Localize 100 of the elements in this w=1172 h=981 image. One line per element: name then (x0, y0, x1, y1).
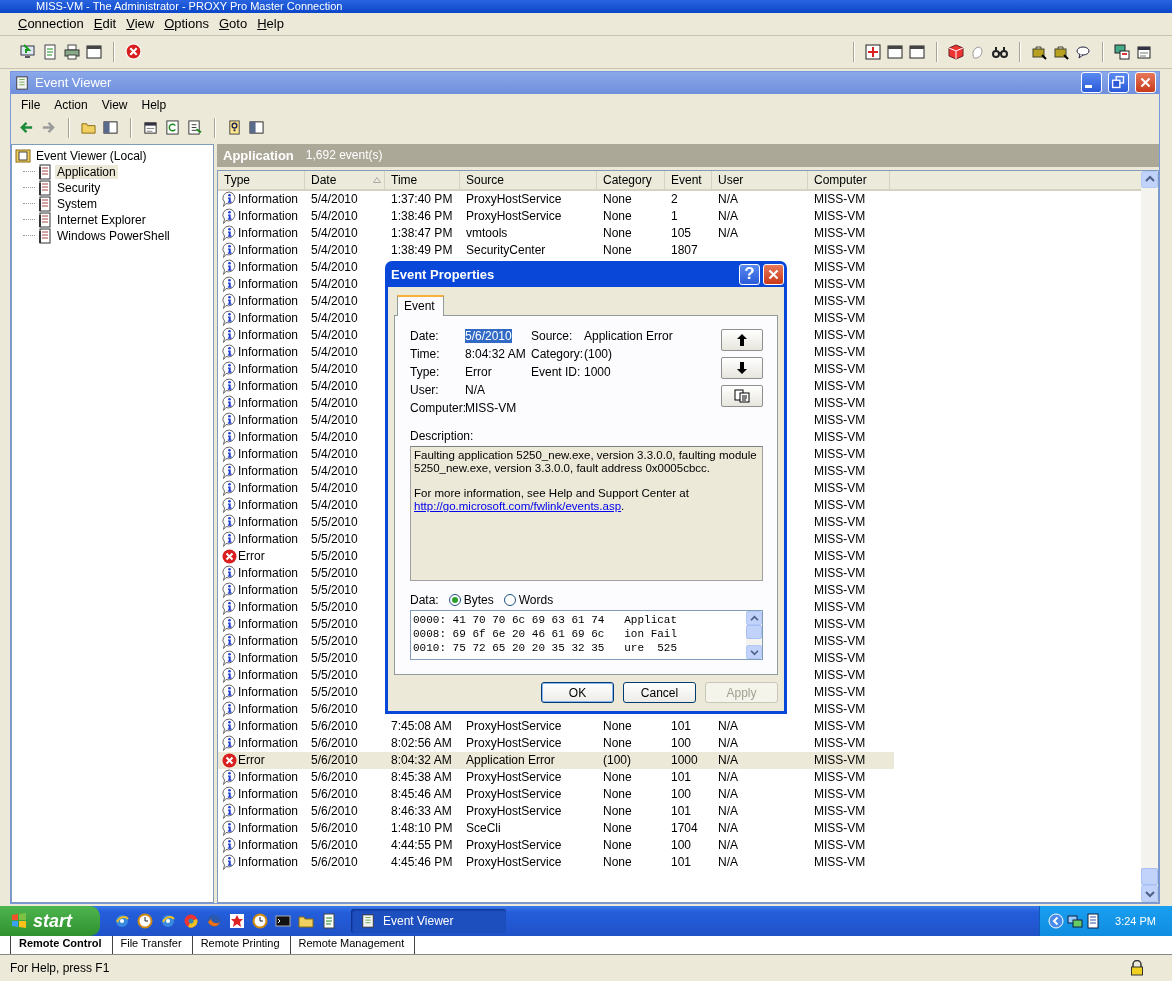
table-cell: MISS-VM (814, 294, 866, 309)
table-cell: N/A (718, 719, 738, 734)
table-cell: 100 (671, 736, 692, 751)
table-cell: 1:48:10 PM (391, 821, 453, 836)
table-cell: MISS-VM (814, 770, 866, 785)
table-cell: 1704 (671, 821, 698, 836)
table-cell: MISS-VM (814, 396, 866, 411)
table-cell: ProxyHostService (466, 804, 562, 819)
table-cell: 5/6/2010 (311, 838, 358, 853)
table-cell: MISS-VM (814, 413, 866, 428)
table-cell: MISS-VM (814, 566, 866, 581)
table-cell: Information (238, 583, 299, 598)
table-cell: 5/4/2010 (311, 192, 358, 207)
table-cell: 5/4/2010 (311, 447, 358, 462)
table-cell: 101 (671, 719, 692, 734)
table-cell: Information (238, 413, 299, 428)
table-cell: MISS-VM (814, 243, 866, 258)
table-cell: Information (238, 719, 299, 734)
table-cell: 105 (671, 226, 692, 241)
table-cell: Information (238, 192, 299, 207)
table-cell: ProxyHostService (466, 855, 562, 870)
field-value: N/A (465, 383, 485, 397)
table-cell: None (603, 736, 632, 751)
field-label: Computer: (410, 401, 465, 415)
table-cell: SceCli (466, 821, 501, 836)
event-count: 1,692 event(s) (305, 148, 383, 163)
table-cell: 1 (671, 209, 678, 224)
log-title: Application (223, 147, 294, 163)
table-cell: 5/4/2010 (311, 413, 358, 428)
field-label: Time: (410, 347, 441, 361)
field-value: 1000 (584, 365, 611, 379)
table-cell: Information (238, 668, 299, 683)
table-cell: MISS-VM (814, 192, 866, 207)
table-cell: 5/6/2010 (311, 702, 358, 717)
table-cell: N/A (718, 226, 738, 241)
table-cell: Error (238, 753, 265, 768)
table-cell: None (603, 821, 632, 836)
table-cell: MISS-VM (814, 855, 866, 870)
table-cell: Information (238, 532, 299, 547)
table-cell: 5/5/2010 (311, 634, 358, 649)
table-cell: MISS-VM (814, 600, 866, 615)
field-label: Category: (531, 347, 584, 361)
table-cell: Information (238, 515, 299, 530)
table-cell: 5/4/2010 (311, 396, 358, 411)
description-text: For more information, see Help and Support Center at http://go.microsoft.com/fwlink/events.asp. (414, 487, 690, 513)
table-cell: 1000 (671, 753, 698, 768)
table-cell: Information (238, 838, 299, 853)
table-cell: 101 (671, 804, 692, 819)
table-cell: MISS-VM (814, 532, 866, 547)
table-cell: Information (238, 430, 299, 445)
table-cell: Information (238, 328, 299, 343)
table-cell: N/A (718, 753, 738, 768)
window-title: MISS-VM - The Administrator - PROXY Pro Master Connection (36, 0, 343, 13)
table-cell: 1:37:40 PM (391, 192, 453, 207)
table-cell: 5/4/2010 (311, 311, 358, 326)
table-cell: 2 (671, 192, 678, 207)
table-cell: 5/5/2010 (311, 685, 358, 700)
table-cell: MISS-VM (814, 447, 866, 462)
table-cell: MISS-VM (814, 719, 866, 734)
table-cell: 1:38:47 PM (391, 226, 453, 241)
table-cell: Information (238, 277, 299, 292)
table-cell: MISS-VM (814, 277, 866, 292)
table-cell: 5/4/2010 (311, 277, 358, 292)
table-cell: MISS-VM (814, 430, 866, 445)
table-cell: 5/5/2010 (311, 515, 358, 530)
table-cell: MISS-VM (814, 328, 866, 343)
table-cell: MISS-VM (814, 515, 866, 530)
table-cell: Information (238, 311, 299, 326)
table-cell: 8:46:33 AM (391, 804, 452, 819)
table-cell: MISS-VM (814, 753, 866, 768)
table-cell: None (603, 787, 632, 802)
table-cell: vmtools (466, 226, 508, 241)
table-cell: 5/4/2010 (311, 328, 358, 343)
table-cell: 5/5/2010 (311, 583, 358, 598)
table-cell: MISS-VM (814, 583, 866, 598)
table-cell: 1:38:46 PM (391, 209, 453, 224)
table-cell: MISS-VM (814, 481, 866, 496)
table-cell: Information (238, 821, 299, 836)
table-cell: Information (238, 566, 299, 581)
table-cell: 101 (671, 855, 692, 870)
table-cell: MISS-VM (814, 702, 866, 717)
table-cell: N/A (718, 855, 738, 870)
table-cell: 5/6/2010 (311, 753, 358, 768)
table-cell: None (603, 804, 632, 819)
table-cell: Information (238, 736, 299, 751)
table-cell: Error (238, 549, 265, 564)
table-cell: 5/5/2010 (311, 651, 358, 666)
hex-line: 0008: 69 6f 6e 20 46 61 69 6c ion Fail (413, 627, 678, 641)
table-cell: ProxyHostService (466, 770, 562, 785)
table-cell: 5/5/2010 (311, 549, 358, 564)
table-cell: N/A (718, 838, 738, 853)
table-cell: Information (238, 294, 299, 309)
table-cell: 5/6/2010 (311, 787, 358, 802)
table-cell: MISS-VM (814, 821, 866, 836)
data-label: Data: (410, 593, 439, 607)
table-cell: None (603, 226, 632, 241)
table-cell: 4:44:55 PM (391, 838, 453, 853)
field-value: MISS-VM (465, 401, 517, 415)
table-cell: Information (238, 396, 299, 411)
table-cell: MISS-VM (814, 787, 866, 802)
